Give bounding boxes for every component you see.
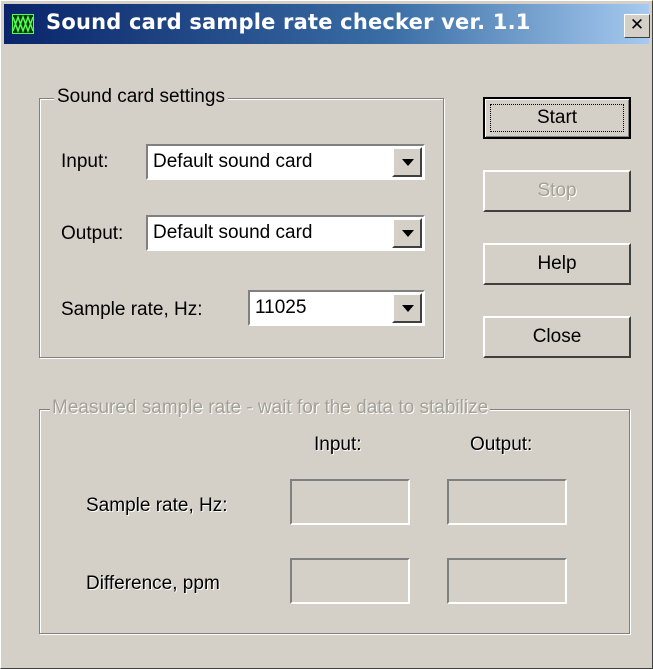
app-waveform-icon bbox=[12, 14, 34, 34]
difference-output-field bbox=[447, 558, 567, 604]
output-device-select[interactable]: Default sound card bbox=[146, 215, 425, 251]
sample-rate-value: 11025 bbox=[255, 297, 307, 318]
output-dropdown-button[interactable] bbox=[392, 218, 422, 248]
stop-button-label: Stop bbox=[537, 180, 577, 201]
close-button-label: Close bbox=[532, 326, 582, 347]
window-close-icon[interactable]: ✕ bbox=[624, 14, 650, 38]
start-button[interactable]: Start bbox=[483, 97, 631, 139]
sound-card-settings-legend: Sound card settings bbox=[54, 86, 228, 108]
help-button-label: Help bbox=[537, 253, 577, 274]
measured-rate-output-field bbox=[447, 479, 567, 525]
difference-ppm-label: Difference, ppm bbox=[86, 573, 220, 594]
output-label: Output: bbox=[61, 223, 124, 244]
close-button[interactable]: Close bbox=[483, 316, 631, 358]
input-dropdown-button[interactable] bbox=[392, 147, 422, 177]
measured-rate-label: Sample rate, Hz: bbox=[86, 495, 228, 516]
title-bar[interactable]: Sound card sample rate checker ver. 1.1 … bbox=[4, 4, 650, 44]
input-label: Input: bbox=[61, 151, 109, 172]
chevron-down-icon bbox=[402, 230, 414, 237]
difference-input-field bbox=[290, 558, 410, 604]
help-button[interactable]: Help bbox=[483, 243, 631, 285]
measured-sample-rate-legend: Measured sample rate - wait for the data… bbox=[50, 397, 491, 419]
chevron-down-icon bbox=[402, 305, 414, 312]
sample-rate-label: Sample rate, Hz: bbox=[61, 299, 203, 320]
sample-rate-select[interactable]: 11025 bbox=[248, 290, 425, 326]
app-window: Sound card sample rate checker ver. 1.1 … bbox=[0, 0, 653, 669]
output-device-value: Default sound card bbox=[153, 222, 313, 243]
measured-output-column-header: Output: bbox=[470, 434, 533, 455]
input-device-value: Default sound card bbox=[153, 151, 313, 172]
stop-button[interactable]: Stop bbox=[483, 170, 631, 212]
sample-rate-dropdown-button[interactable] bbox=[392, 293, 422, 323]
input-device-select[interactable]: Default sound card bbox=[146, 144, 425, 180]
measured-input-column-header: Input: bbox=[314, 434, 362, 455]
measured-rate-input-field bbox=[290, 479, 410, 525]
chevron-down-icon bbox=[402, 159, 414, 166]
focus-rect bbox=[490, 104, 624, 132]
window-title: Sound card sample rate checker ver. 1.1 bbox=[46, 10, 531, 34]
